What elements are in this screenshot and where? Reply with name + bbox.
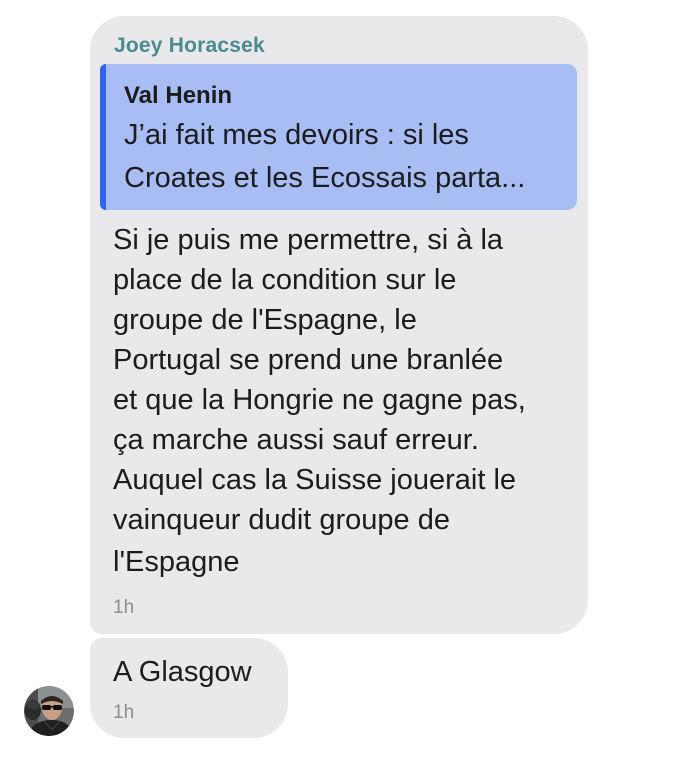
message-timestamp: 1h: [113, 702, 135, 723]
message-text-line: et que la Hongrie ne gagne pas,: [113, 384, 526, 416]
message-text-line: Auquel cas la Suisse jouerait le: [113, 464, 517, 496]
quoted-message[interactable]: Val Henin J’ai fait mes devoirs : si les…: [100, 64, 577, 210]
quote-text-line: J’ai fait mes devoirs : si les: [124, 119, 469, 151]
quote-text-line: Croates et les Ecossais parta...: [124, 162, 526, 194]
message-text-line: ça marche aussi sauf erreur.: [113, 424, 479, 456]
message-text: A Glasgow: [113, 656, 252, 688]
message-text-line: vainqueur dudit groupe de: [113, 504, 450, 536]
avatar[interactable]: [24, 686, 74, 736]
message-text-line: l'Espagne: [113, 546, 240, 578]
sender-name[interactable]: Joey Horacsek: [114, 34, 265, 58]
message-text-line: groupe de l'Espagne, le: [113, 304, 417, 336]
avatar-photo-icon: [24, 686, 74, 736]
quote-author: Val Henin: [124, 82, 233, 109]
message-timestamp: 1h: [113, 597, 135, 618]
message-text-line: place de la condition sur le: [113, 264, 457, 296]
message-text-line: Si je puis me permettre, si à la: [113, 224, 504, 256]
message-text-line: Portugal se prend une branlée: [113, 344, 504, 376]
quote-bar: [100, 64, 106, 210]
